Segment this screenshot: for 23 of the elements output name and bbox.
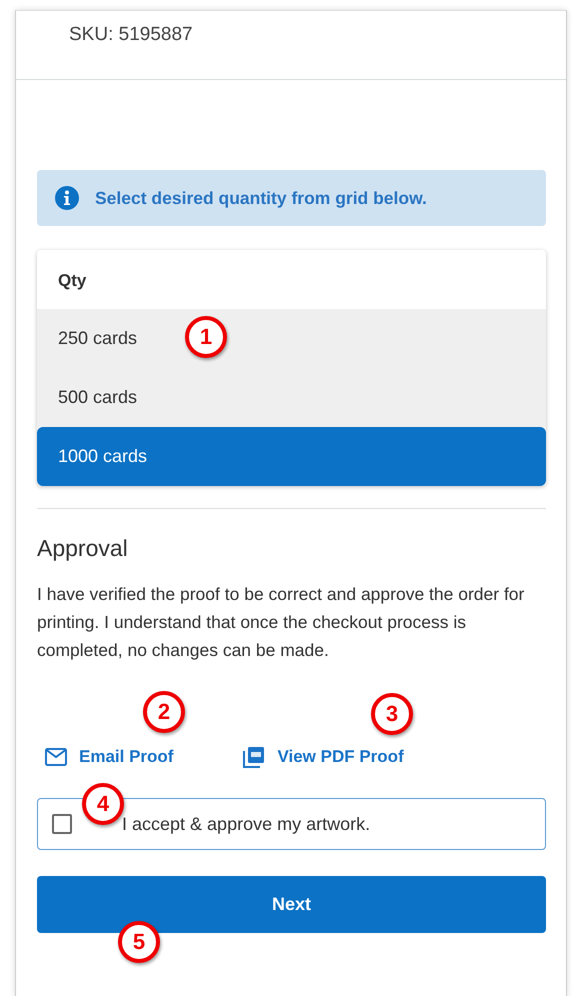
quantity-label: 500 cards xyxy=(58,387,138,407)
callout-number: 5 xyxy=(118,921,160,963)
checkbox[interactable] xyxy=(52,814,72,834)
info-message: Select desired quantity from grid below. xyxy=(95,188,427,208)
callout-number: 2 xyxy=(143,691,185,733)
view-pdf-link[interactable]: View PDF Proof xyxy=(243,746,404,768)
quantity-row[interactable]: 1000 cards xyxy=(37,427,546,486)
section-heading: Approval xyxy=(37,535,129,562)
sku-label: SKU: 5195887 xyxy=(69,24,193,45)
quantity-label: 1000 cards xyxy=(58,446,148,466)
quantity-row[interactable]: 250 cards 1 xyxy=(37,309,546,368)
callout-number: 1 xyxy=(185,316,227,358)
quantity-label: 250 cards xyxy=(58,328,138,348)
pdf-file-icon xyxy=(243,746,266,768)
mail-icon xyxy=(45,748,67,766)
approval-text: I have verified the proof to be correct and approve the order for printing. I understand that once the checkout process is completed, no changes can be made. xyxy=(37,583,526,662)
column-header: Qty xyxy=(37,250,546,309)
info-icon xyxy=(55,186,79,210)
quantity-row[interactable]: 500 cards xyxy=(37,368,546,427)
callout-number: 3 xyxy=(371,693,413,735)
callout-number: 4 xyxy=(82,783,124,825)
email-proof-link[interactable]: Email Proof xyxy=(45,746,174,768)
next-button[interactable]: Next xyxy=(37,876,546,933)
